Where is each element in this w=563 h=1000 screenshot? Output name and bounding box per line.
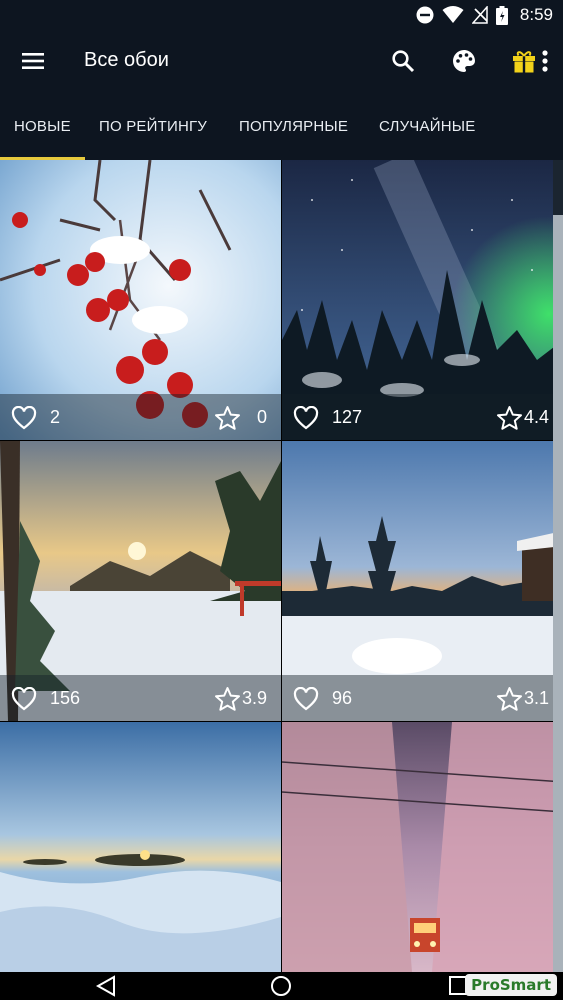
wifi-icon <box>442 6 464 23</box>
system-nav-bar: ProSmart <box>0 972 563 1000</box>
wallpaper-image <box>282 722 553 972</box>
wallpaper-tile[interactable]: 127 4.4 <box>282 160 553 440</box>
star-icon[interactable] <box>214 405 241 431</box>
wallpaper-tile[interactable]: 156 3.9 <box>0 441 281 721</box>
likes-count: 2 <box>50 407 61 427</box>
tile-info-bar: 127 4.4 <box>282 394 553 440</box>
rating-value: 0 <box>256 407 267 427</box>
search-icon[interactable] <box>389 47 417 75</box>
home-icon[interactable] <box>269 975 293 997</box>
tile-info-bar: 96 3.1 <box>282 675 553 721</box>
more-vert-icon[interactable] <box>536 47 554 75</box>
likes-count: 127 <box>332 407 363 427</box>
status-time: 8:59 <box>519 5 553 24</box>
heart-icon[interactable] <box>11 687 37 711</box>
wallpaper-tile[interactable] <box>0 722 281 972</box>
app-toolbar: Все обои <box>0 30 563 94</box>
likes-count: 156 <box>50 688 81 708</box>
battery-icon <box>495 5 508 25</box>
rating-value: 3.9 <box>241 688 267 708</box>
tile-info-bar: 2 0 <box>0 394 281 440</box>
page-title: Все обои <box>84 49 169 71</box>
heart-icon[interactable] <box>293 406 319 430</box>
dnd-icon <box>416 6 434 24</box>
watermark: ProSmart <box>465 974 557 996</box>
heart-icon[interactable] <box>11 406 37 430</box>
tab-popular[interactable]: ПОПУЛЯРНЫЕ <box>239 94 348 160</box>
menu-icon[interactable] <box>20 48 46 74</box>
tab-new[interactable]: НОВЫЕ <box>14 94 71 160</box>
likes-count: 96 <box>332 688 353 708</box>
star-icon[interactable] <box>496 686 523 712</box>
palette-icon[interactable] <box>450 47 478 75</box>
wallpaper-image <box>0 722 281 972</box>
wallpaper-tile[interactable]: 2 0 <box>0 160 281 440</box>
star-icon[interactable] <box>214 686 241 712</box>
wallpaper-tile[interactable]: 96 3.1 <box>282 441 553 721</box>
no-signal-icon <box>471 6 488 24</box>
scrollbar[interactable] <box>553 160 563 972</box>
tab-by-rating[interactable]: ПО РЕЙТИНГУ <box>99 94 207 160</box>
scroll-thumb[interactable] <box>553 215 563 972</box>
status-bar: 8:59 <box>0 0 563 30</box>
tab-random[interactable]: СЛУЧАЙНЫЕ <box>379 94 475 160</box>
rating-value: 4.4 <box>523 407 549 427</box>
heart-icon[interactable] <box>293 687 319 711</box>
star-icon[interactable] <box>496 405 523 431</box>
tab-bar: НОВЫЕ ПО РЕЙТИНГУ ПОПУЛЯРНЫЕ СЛУЧАЙНЫЕ <box>0 94 563 160</box>
tile-info-bar: 156 3.9 <box>0 675 281 721</box>
rating-value: 3.1 <box>523 688 549 708</box>
wallpaper-tile[interactable] <box>282 722 553 972</box>
gift-icon[interactable] <box>510 47 538 75</box>
wallpaper-grid: 2 0 127 4.4 156 3.9 96 3.1 <box>0 160 553 972</box>
back-icon[interactable] <box>94 975 118 997</box>
